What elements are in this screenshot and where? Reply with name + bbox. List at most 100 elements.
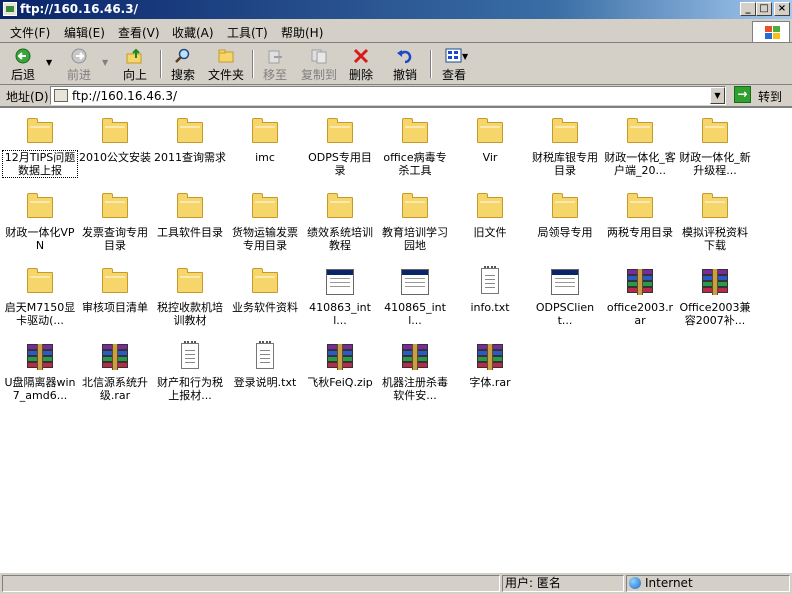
file-item[interactable]: 税控收款机培训教材 — [153, 266, 227, 327]
copy-to-button[interactable]: 复制到 — [298, 48, 340, 82]
menu-help[interactable]: 帮助(H) — [281, 24, 323, 41]
status-zone: Internet — [626, 575, 790, 592]
file-item[interactable]: 业务软件资料 — [228, 266, 302, 314]
file-item[interactable]: office病毒专杀工具 — [378, 116, 452, 177]
address-dropdown-icon[interactable]: ▼ — [710, 87, 725, 104]
file-item[interactable]: Office2003兼容2007补... — [678, 266, 752, 327]
folder-icon — [99, 116, 131, 148]
folder-icon — [249, 191, 281, 223]
file-name: 登录说明.txt — [233, 376, 297, 389]
undo-button[interactable]: 撤销 — [390, 48, 420, 82]
file-item[interactable]: 教育培训学习园地 — [378, 191, 452, 252]
file-name: 模拟评税资料下载 — [682, 226, 748, 252]
file-view[interactable]: 12月TIPS问题数据上报 2010公文安装 2011查询需求 imc ODPS专用目录… — [0, 107, 792, 573]
file-item[interactable]: 工具软件目录 — [153, 191, 227, 239]
menu-tools[interactable]: 工具(T) — [227, 24, 268, 41]
file-item[interactable]: 局领导专用 — [528, 191, 602, 239]
file-item[interactable]: 财政一体化VPN — [3, 191, 77, 252]
file-name: 旧文件 — [473, 226, 507, 239]
menu-favorites[interactable]: 收藏(A) — [172, 24, 214, 41]
folder-icon — [399, 191, 431, 223]
file-item[interactable]: ODPSClient... — [528, 266, 602, 327]
toolbar-separator — [160, 50, 162, 78]
file-item[interactable]: 财政一体化_新升级程... — [678, 116, 752, 177]
archive-icon — [399, 341, 431, 373]
file-item[interactable]: 字体.rar — [453, 341, 527, 389]
folder-up-icon — [126, 48, 144, 64]
search-button[interactable]: 搜索 — [168, 48, 198, 82]
file-item[interactable]: ODPS专用目录 — [303, 116, 377, 177]
file-item[interactable]: 登录说明.txt — [228, 341, 302, 389]
move-to-button[interactable]: 移至 — [260, 48, 290, 82]
minimize-button[interactable]: _ — [740, 2, 756, 16]
file-item[interactable]: 2011查询需求 — [153, 116, 227, 164]
file-item[interactable]: 410865_intl... — [378, 266, 452, 327]
file-name: 2010公文安装 — [79, 151, 151, 164]
file-item[interactable]: 两税专用目录 — [603, 191, 677, 239]
toolbar-separator — [430, 50, 432, 78]
file-item[interactable]: 飞秋FeiQ.zip — [303, 341, 377, 389]
file-name: 局领导专用 — [537, 226, 593, 239]
archive-icon — [99, 341, 131, 373]
file-item[interactable]: office2003.rar — [603, 266, 677, 327]
back-arrow-icon — [14, 48, 32, 64]
move-to-icon — [266, 48, 284, 64]
up-button[interactable]: 向上 — [120, 48, 150, 82]
toolbar: 后退 ▼ 前进 ▼ 向上 搜索 文件夹 移至 复制到 删除 撤销 查看 ▼ — [0, 44, 792, 85]
folder-icon — [324, 116, 356, 148]
file-name: 发票查询专用目录 — [82, 226, 148, 252]
file-name: Office2003兼容2007补... — [679, 301, 751, 327]
maximize-button[interactable]: □ — [756, 2, 772, 16]
menu-edit[interactable]: 编辑(E) — [64, 24, 105, 41]
file-item[interactable]: 旧文件 — [453, 191, 527, 239]
folder-icon — [474, 191, 506, 223]
back-dropdown-icon[interactable]: ▼ — [46, 58, 52, 67]
folder-icon — [174, 266, 206, 298]
views-dropdown-icon[interactable]: ▼ — [462, 52, 468, 61]
menu-view[interactable]: 查看(V) — [118, 24, 160, 41]
folder-icon — [549, 191, 581, 223]
folder-icon — [24, 266, 56, 298]
file-item[interactable]: 绩效系统培训教程 — [303, 191, 377, 252]
folder-icon — [249, 266, 281, 298]
file-item[interactable]: info.txt — [453, 266, 527, 314]
file-name: office2003.rar — [606, 301, 674, 327]
file-name: 财政一体化VPN — [5, 226, 75, 252]
back-button[interactable]: 后退 — [6, 48, 40, 82]
file-item[interactable]: U盘隔离器win7_amd6... — [3, 341, 77, 402]
folders-button[interactable]: 文件夹 — [206, 48, 246, 82]
file-item[interactable]: 财产和行为税上报材... — [153, 341, 227, 402]
file-name: 2011查询需求 — [154, 151, 226, 164]
file-name: 字体.rar — [469, 376, 511, 389]
close-button[interactable]: × — [774, 2, 790, 16]
file-item[interactable]: 12月TIPS问题数据上报 — [2, 116, 78, 178]
menu-file[interactable]: 文件(F) — [10, 24, 50, 41]
file-name: info.txt — [470, 301, 510, 314]
delete-button[interactable]: 删除 — [346, 48, 376, 82]
file-item[interactable]: 机器注册杀毒软件安... — [378, 341, 452, 402]
title-bar[interactable]: ftp://160.16.46.3/ _ □ × — [0, 0, 792, 19]
file-item[interactable]: 启天M7150显卡驱动(... — [3, 266, 77, 327]
forward-dropdown-icon[interactable]: ▼ — [102, 58, 108, 67]
file-name: 启天M7150显卡驱动(... — [4, 301, 76, 327]
forward-button[interactable]: 前进 — [62, 48, 96, 82]
file-item[interactable]: 财税库银专用目录 — [528, 116, 602, 177]
file-item[interactable]: 北信源系统升级.rar — [78, 341, 152, 402]
address-value[interactable]: ftp://160.16.46.3/ — [72, 89, 177, 103]
file-item[interactable]: 货物运输发票专用目录 — [228, 191, 302, 252]
folder-icon — [174, 191, 206, 223]
file-item[interactable]: 财政一体化_客户端_20... — [603, 116, 677, 177]
copy-to-icon — [310, 48, 328, 64]
file-item[interactable]: imc — [228, 116, 302, 164]
folder-icon — [24, 191, 56, 223]
address-input[interactable]: ftp://160.16.46.3/ ▼ — [50, 86, 726, 105]
file-item[interactable]: 模拟评税资料下载 — [678, 191, 752, 252]
search-label: 搜索 — [170, 68, 195, 82]
file-item[interactable]: 发票查询专用目录 — [78, 191, 152, 252]
folder-icon — [99, 191, 131, 223]
file-item[interactable]: 410863_intl... — [303, 266, 377, 327]
file-item[interactable]: Vir — [453, 116, 527, 164]
file-item[interactable]: 2010公文安装 — [78, 116, 152, 164]
file-item[interactable]: 审核项目清单 — [78, 266, 152, 314]
internet-globe-icon — [629, 577, 641, 589]
